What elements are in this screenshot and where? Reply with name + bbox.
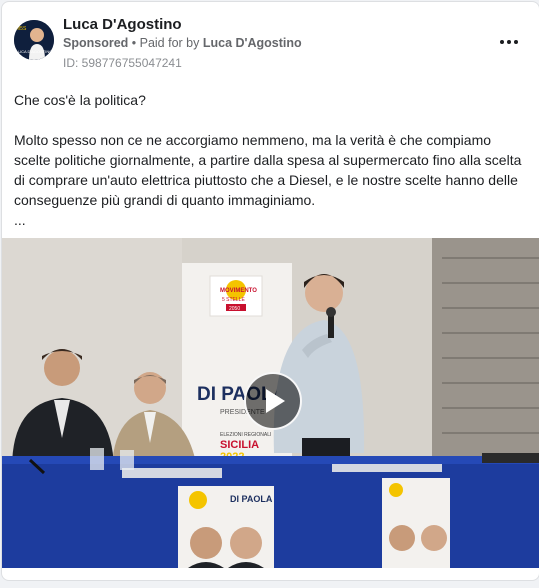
library-id: ID: 598776755047241: [63, 56, 182, 70]
paid-for-prefix: • Paid for by: [128, 36, 203, 50]
play-button[interactable]: [244, 372, 302, 430]
sponsored-label: Sponsored: [63, 36, 129, 50]
avatar-name-text: LUCA D'AGOSTINO: [16, 49, 52, 54]
more-horizontal-icon: [499, 40, 520, 44]
sponsored-meta: Sponsored • Paid for by Luca D'Agostino: [63, 36, 302, 50]
banner-logo-year: 2050: [229, 306, 240, 312]
page-name-link[interactable]: Luca D'Agostino: [63, 16, 182, 33]
more-options-button[interactable]: [494, 30, 524, 54]
post-header: M5S LUCA D'AGOSTINO Luca D'Agostino Spon…: [2, 2, 539, 77]
banner-election: ELEZIONI REGIONALI: [220, 432, 271, 438]
paid-for-payer: Luca D'Agostino: [202, 36, 302, 50]
post-text-paragraph: Molto spesso non ce ne accorgiamo nemmen…: [14, 132, 522, 208]
poster-name: DI PAOLA: [230, 494, 273, 504]
play-icon: [266, 389, 285, 413]
ad-post-card: M5S LUCA D'AGOSTINO Luca D'Agostino Spon…: [1, 1, 539, 581]
banner-logo-line2: 5 STELLE: [222, 297, 245, 303]
post-text-question: Che cos'è la politica?: [14, 92, 146, 108]
post-text-ellipsis: ...: [14, 212, 26, 228]
avatar-logo-text: M5S: [16, 26, 27, 32]
avatar[interactable]: M5S LUCA D'AGOSTINO: [14, 20, 54, 60]
banner-logo-line1: MOVIMENTO: [220, 288, 257, 294]
banner-region: SICILIA: [220, 439, 259, 451]
post-body: Che cos'è la politica? Molto spesso non …: [14, 90, 529, 230]
